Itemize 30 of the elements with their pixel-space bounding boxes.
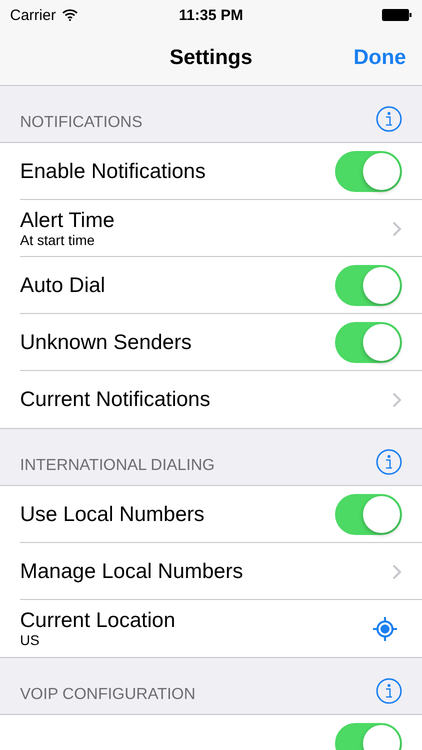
row-label: Enable Notifications <box>20 160 206 184</box>
screen-title: Settings <box>170 46 252 70</box>
section-title: INTERNATIONAL DIALING <box>20 457 215 475</box>
toggle-switch[interactable] <box>335 494 402 535</box>
toggle-switch[interactable] <box>335 151 402 192</box>
info-icon[interactable] <box>376 106 402 132</box>
section-title: NOTIFICATIONS <box>20 114 142 132</box>
row-detail: US <box>20 632 40 648</box>
clock-time: 11:35 PM <box>178 6 244 24</box>
section-title: VOIP CONFIGURATION <box>20 686 196 704</box>
row-label: Auto Dial <box>20 274 106 298</box>
info-icon[interactable] <box>376 678 402 704</box>
chevron-icon <box>392 220 402 236</box>
done-button[interactable]: Done <box>352 44 408 72</box>
carrier-name: Carrier <box>10 6 56 24</box>
chevron-icon <box>392 392 402 408</box>
row-label: Current Location <box>20 608 176 632</box>
row-label: Manage Local Numbers <box>20 560 243 584</box>
battery-icon <box>382 9 412 21</box>
row-label: Alert Time <box>20 208 115 232</box>
toggle-switch[interactable] <box>335 322 402 363</box>
row-label: Use Local Numbers <box>20 502 204 526</box>
row-label: Unknown Senders <box>20 330 192 354</box>
row-detail: At start time <box>20 232 96 248</box>
chevron-icon <box>392 564 402 580</box>
info-icon[interactable] <box>376 449 402 475</box>
location-target-icon[interactable] <box>372 616 398 642</box>
row-label: Current Notifications <box>20 388 210 412</box>
wifi-icon <box>62 9 78 21</box>
toggle-switch[interactable] <box>335 265 402 306</box>
